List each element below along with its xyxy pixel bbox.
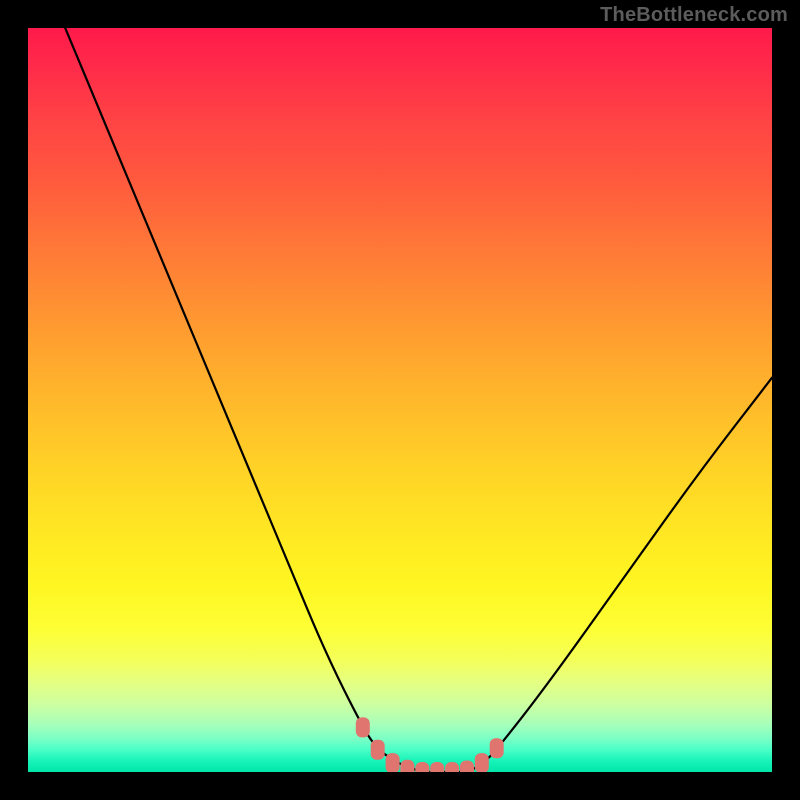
highlight-marker bbox=[430, 762, 444, 772]
highlight-markers bbox=[356, 717, 504, 772]
plot-area bbox=[28, 28, 772, 772]
highlight-marker bbox=[371, 740, 385, 760]
highlight-marker bbox=[490, 738, 504, 758]
highlight-marker bbox=[415, 762, 429, 772]
chart-frame: TheBottleneck.com bbox=[0, 0, 800, 800]
highlight-marker bbox=[475, 753, 489, 772]
watermark-text: TheBottleneck.com bbox=[600, 4, 788, 27]
bottleneck-curve bbox=[65, 28, 772, 772]
highlight-marker bbox=[445, 762, 459, 772]
bottleneck-chart-svg bbox=[28, 28, 772, 772]
highlight-marker bbox=[400, 760, 414, 772]
highlight-marker bbox=[460, 761, 474, 773]
highlight-marker bbox=[356, 717, 370, 737]
highlight-marker bbox=[386, 753, 400, 772]
